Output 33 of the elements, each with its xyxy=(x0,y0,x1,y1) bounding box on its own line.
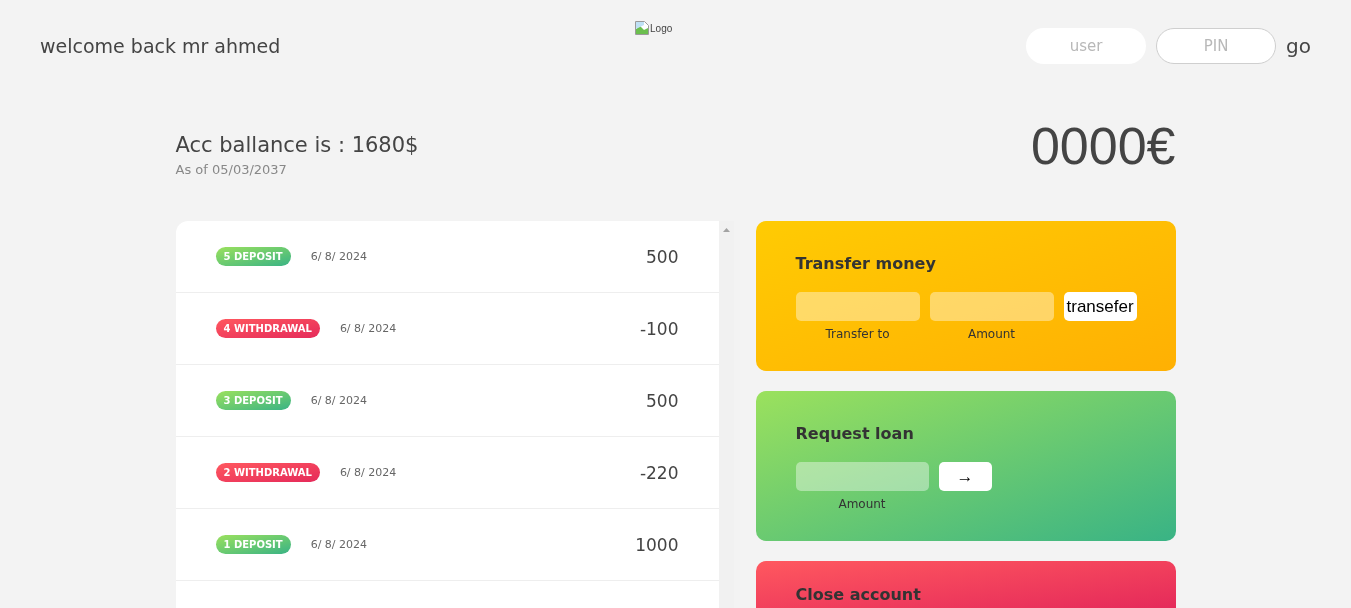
greeting-text: welcome back mr ahmed xyxy=(40,35,281,57)
transaction-amount: -100 xyxy=(639,318,679,339)
transaction-amount: -220 xyxy=(639,462,679,483)
pin-field[interactable]: PIN xyxy=(1156,28,1277,64)
transaction-date: 6/ 8/ 2024 xyxy=(339,322,397,335)
transaction-type-badge: 5 DEPOSIT xyxy=(215,247,291,266)
logo-alt-text: Logo xyxy=(650,22,673,34)
operation-title: Request loan xyxy=(795,423,915,445)
go-button[interactable]: go xyxy=(1286,34,1311,58)
submit-arrow-button[interactable]: → xyxy=(938,462,992,491)
field-label: Amount xyxy=(837,496,887,512)
transaction-date: 6/ 8/ 2024 xyxy=(310,394,368,407)
transaction-amount: 500 xyxy=(646,390,679,411)
operation-title: Transfer money xyxy=(795,253,937,275)
transaction-type-badge: 2 WITHDRAWAL xyxy=(215,463,320,482)
broken-image-icon xyxy=(634,20,651,36)
submit-button[interactable]: transefer xyxy=(1063,292,1137,321)
field-label: Amount xyxy=(966,326,1017,342)
transaction-type-badge: 3 DEPOSIT xyxy=(215,391,291,410)
transaction-type-badge: 1 DEPOSIT xyxy=(215,535,291,554)
balance-date: As of 05/03/2037 xyxy=(175,161,288,179)
operation-title: Close account xyxy=(795,584,922,606)
balance-total: 0000€ xyxy=(1030,120,1176,172)
balance-label: Acc ballance is : 1680$ xyxy=(175,132,419,159)
transaction-amount: 500 xyxy=(646,246,679,267)
transaction-type-badge: 4 WITHDRAWAL xyxy=(215,319,320,338)
username-field[interactable]: user xyxy=(1026,28,1147,64)
transaction-date: 6/ 8/ 2024 xyxy=(339,466,397,479)
transaction-amount: 1000 xyxy=(635,534,679,555)
transaction-date: 6/ 8/ 2024 xyxy=(310,538,368,551)
transaction-date: 6/ 8/ 2024 xyxy=(310,250,368,263)
scroll-up-arrow-icon[interactable] xyxy=(722,228,730,232)
field-label: Transfer to xyxy=(824,326,891,342)
